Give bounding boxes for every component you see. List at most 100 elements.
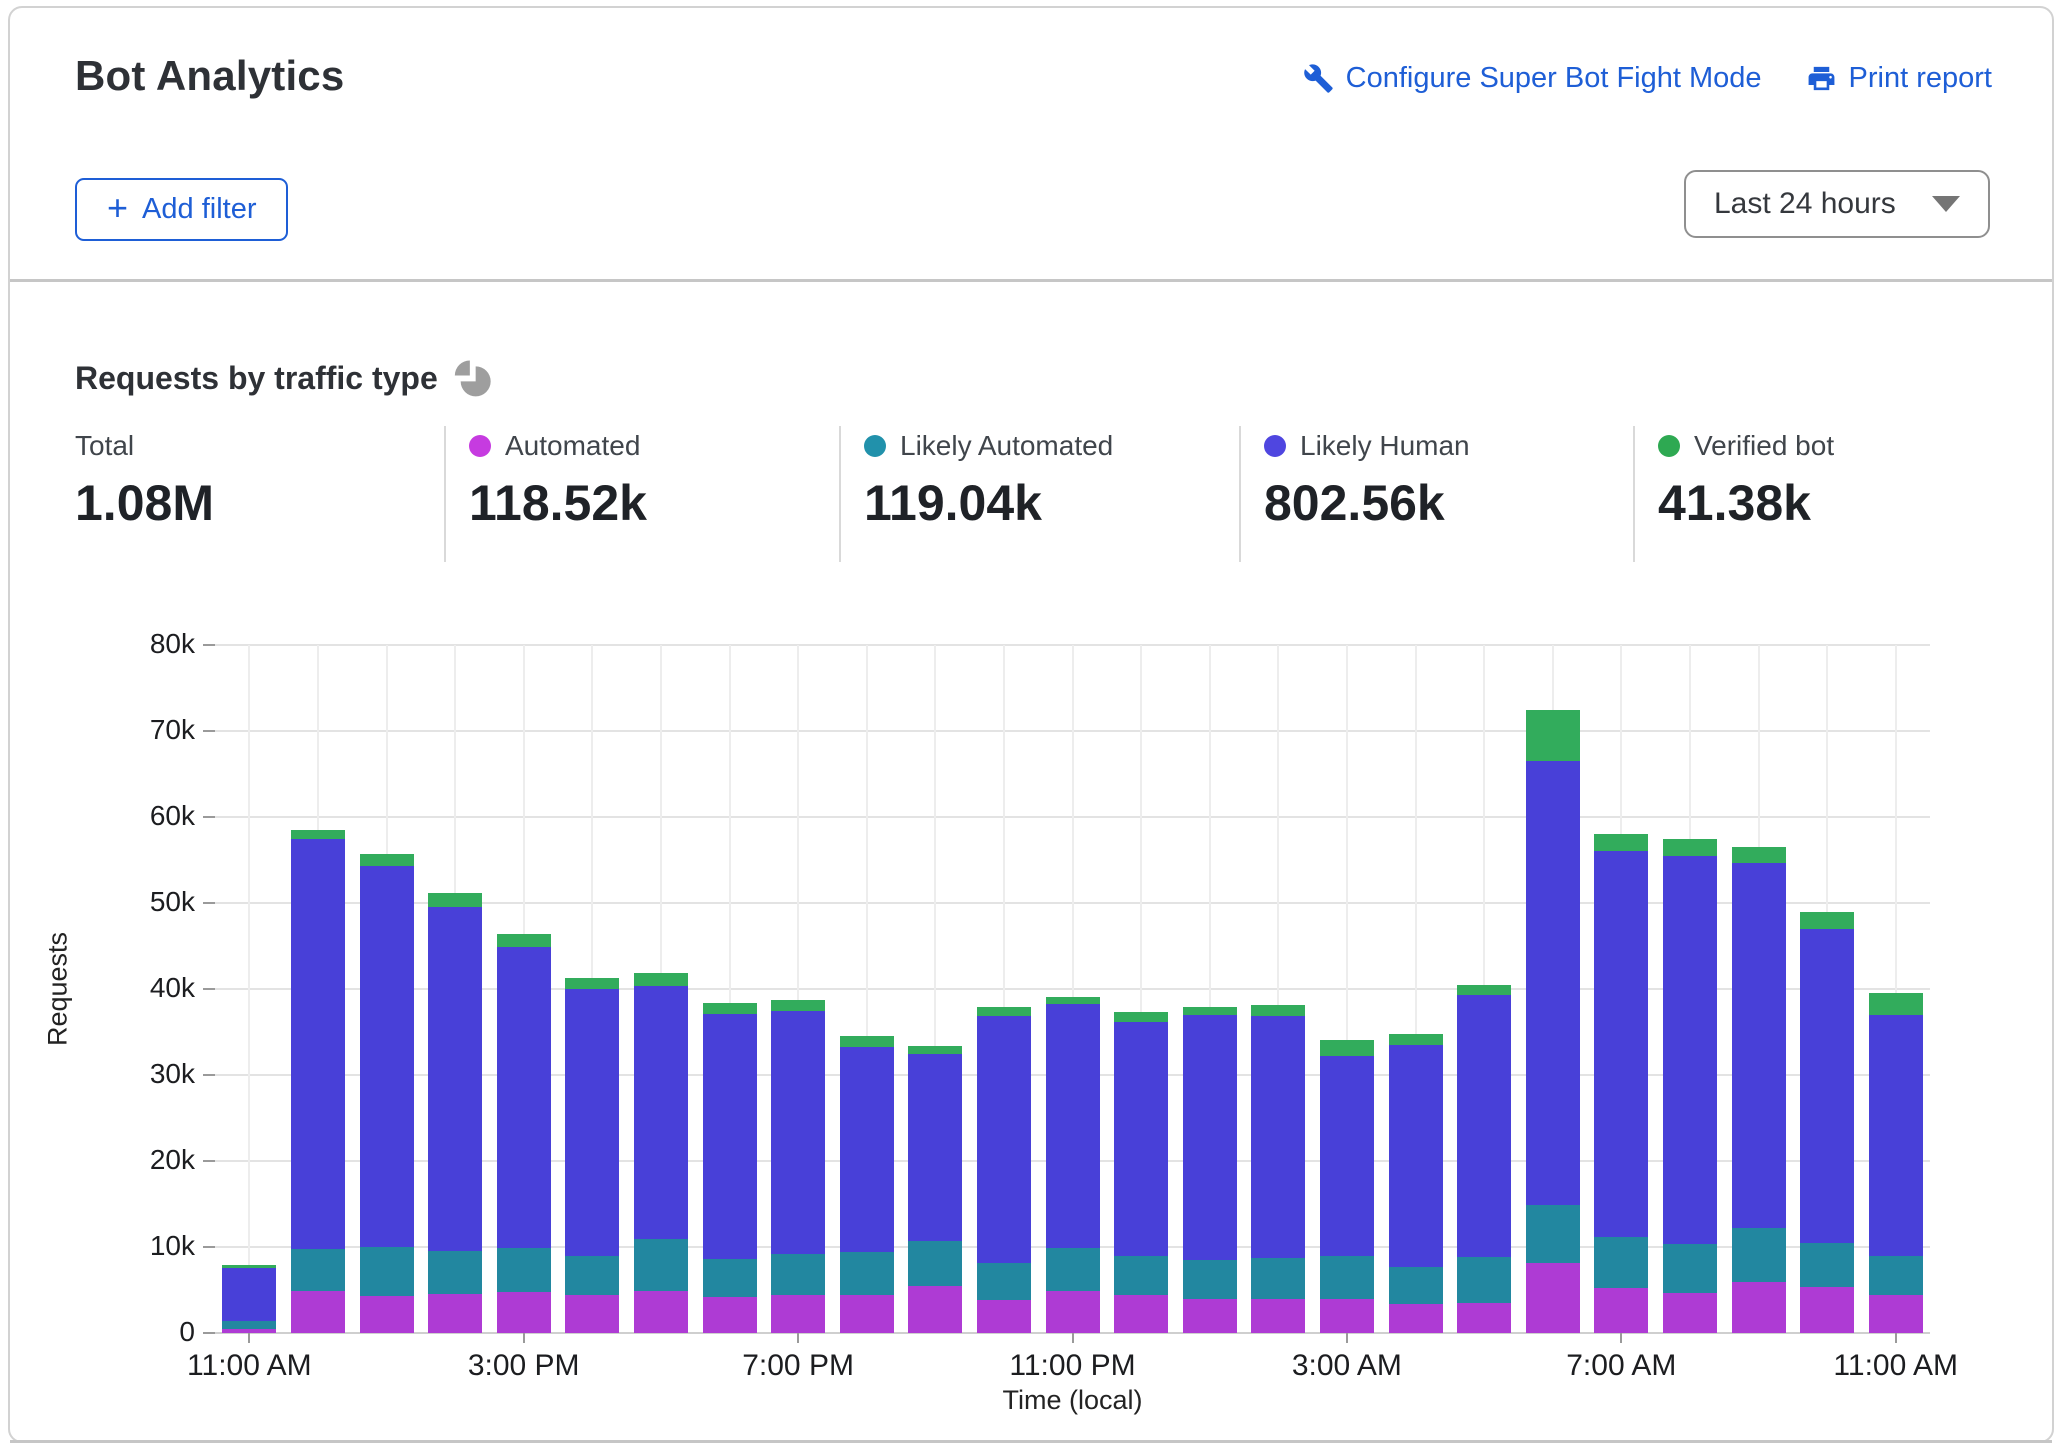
verified-bot-segment[interactable] <box>1869 993 1923 1015</box>
likely-human-segment[interactable] <box>291 839 345 1249</box>
bar-11-10-00-pm[interactable] <box>977 1007 1031 1333</box>
likely-human-segment[interactable] <box>840 1047 894 1253</box>
likely-automated-segment[interactable] <box>1800 1243 1854 1288</box>
verified-bot-segment[interactable] <box>1594 834 1648 851</box>
bar-14-1-00-am[interactable] <box>1183 1007 1237 1333</box>
likely-human-segment[interactable] <box>1663 856 1717 1245</box>
likely-automated-segment[interactable] <box>1320 1256 1374 1299</box>
likely-human-segment[interactable] <box>1183 1015 1237 1260</box>
verified-bot-segment[interactable] <box>1800 912 1854 929</box>
likely-automated-segment[interactable] <box>497 1248 551 1292</box>
verified-bot-segment[interactable] <box>1251 1005 1305 1015</box>
likely-human-segment[interactable] <box>360 866 414 1247</box>
automated-segment[interactable] <box>1046 1291 1100 1333</box>
automated-segment[interactable] <box>634 1291 688 1333</box>
bar-4-3-00-pm[interactable] <box>497 934 551 1333</box>
bar-6-5-00-pm[interactable] <box>634 973 688 1333</box>
bar-20-7-00-am[interactable] <box>1594 834 1648 1333</box>
bar-0-11-00-am[interactable] <box>222 1265 276 1333</box>
likely-human-segment[interactable] <box>497 947 551 1248</box>
automated-segment[interactable] <box>1251 1299 1305 1333</box>
automated-segment[interactable] <box>1320 1299 1374 1333</box>
likely-human-segment[interactable] <box>1046 1004 1100 1248</box>
bar-1-12-00-pm[interactable] <box>291 830 345 1333</box>
bar-2-1-00-pm[interactable] <box>360 854 414 1333</box>
verified-bot-segment[interactable] <box>977 1007 1031 1016</box>
likely-human-segment[interactable] <box>771 1011 825 1254</box>
bar-17-4-00-am[interactable] <box>1389 1034 1443 1333</box>
add-filter-button[interactable]: + Add filter <box>75 178 288 241</box>
bar-24-11-00-am[interactable] <box>1869 993 1923 1333</box>
likely-human-segment[interactable] <box>1732 863 1786 1228</box>
likely-human-segment[interactable] <box>1251 1016 1305 1259</box>
bar-18-5-00-am[interactable] <box>1457 985 1511 1333</box>
likely-human-segment[interactable] <box>222 1268 276 1321</box>
likely-automated-segment[interactable] <box>1251 1258 1305 1299</box>
likely-automated-segment[interactable] <box>1732 1228 1786 1282</box>
print-report-link[interactable]: Print report <box>1806 62 1992 95</box>
likely-automated-segment[interactable] <box>565 1256 619 1295</box>
verified-bot-segment[interactable] <box>497 934 551 947</box>
automated-segment[interactable] <box>771 1295 825 1333</box>
automated-segment[interactable] <box>428 1294 482 1333</box>
likely-human-segment[interactable] <box>977 1016 1031 1264</box>
likely-automated-segment[interactable] <box>908 1241 962 1286</box>
automated-segment[interactable] <box>1800 1287 1854 1333</box>
verified-bot-segment[interactable] <box>1114 1012 1168 1021</box>
time-range-dropdown[interactable]: Last 24 hours <box>1684 170 1990 238</box>
bar-7-6-00-pm[interactable] <box>703 1003 757 1333</box>
bar-12-11-00-pm[interactable] <box>1046 997 1100 1333</box>
verified-bot-segment[interactable] <box>222 1265 276 1268</box>
likely-human-segment[interactable] <box>1869 1015 1923 1257</box>
automated-segment[interactable] <box>565 1295 619 1333</box>
bar-21-8-00-am[interactable] <box>1663 839 1717 1334</box>
verified-bot-segment[interactable] <box>840 1036 894 1046</box>
automated-segment[interactable] <box>1594 1288 1648 1333</box>
likely-human-segment[interactable] <box>908 1054 962 1241</box>
likely-automated-segment[interactable] <box>428 1251 482 1294</box>
verified-bot-segment[interactable] <box>771 1000 825 1011</box>
automated-segment[interactable] <box>840 1295 894 1333</box>
automated-segment[interactable] <box>360 1296 414 1333</box>
likely-automated-segment[interactable] <box>977 1263 1031 1300</box>
likely-automated-segment[interactable] <box>1183 1260 1237 1300</box>
automated-segment[interactable] <box>1389 1304 1443 1333</box>
verified-bot-segment[interactable] <box>565 978 619 989</box>
verified-bot-segment[interactable] <box>1732 847 1786 863</box>
likely-automated-segment[interactable] <box>1663 1244 1717 1293</box>
bar-23-10-00-am[interactable] <box>1800 912 1854 1333</box>
verified-bot-segment[interactable] <box>291 830 345 839</box>
automated-segment[interactable] <box>703 1297 757 1333</box>
automated-segment[interactable] <box>908 1286 962 1333</box>
automated-segment[interactable] <box>1114 1295 1168 1333</box>
automated-segment[interactable] <box>1869 1295 1923 1333</box>
likely-human-segment[interactable] <box>1800 929 1854 1243</box>
verified-bot-segment[interactable] <box>1526 710 1580 762</box>
likely-automated-segment[interactable] <box>840 1252 894 1295</box>
bar-10-9-00-pm[interactable] <box>908 1046 962 1333</box>
bar-19-6-00-am[interactable] <box>1526 710 1580 1334</box>
likely-automated-segment[interactable] <box>703 1259 757 1297</box>
likely-human-segment[interactable] <box>703 1014 757 1259</box>
likely-human-segment[interactable] <box>1320 1056 1374 1256</box>
likely-automated-segment[interactable] <box>1457 1257 1511 1303</box>
bar-15-2-00-am[interactable] <box>1251 1005 1305 1333</box>
configure-super-bot-fight-mode-link[interactable]: Configure Super Bot Fight Mode <box>1303 62 1762 95</box>
automated-segment[interactable] <box>497 1292 551 1333</box>
automated-segment[interactable] <box>1732 1282 1786 1333</box>
likely-human-segment[interactable] <box>1594 851 1648 1236</box>
verified-bot-segment[interactable] <box>360 854 414 866</box>
likely-automated-segment[interactable] <box>222 1321 276 1329</box>
likely-automated-segment[interactable] <box>1114 1256 1168 1295</box>
bar-16-3-00-am[interactable] <box>1320 1040 1374 1333</box>
verified-bot-segment[interactable] <box>908 1046 962 1054</box>
likely-human-segment[interactable] <box>428 907 482 1251</box>
verified-bot-segment[interactable] <box>1389 1034 1443 1045</box>
likely-human-segment[interactable] <box>1526 761 1580 1205</box>
bar-22-9-00-am[interactable] <box>1732 847 1786 1333</box>
bar-13-12-00-am[interactable] <box>1114 1012 1168 1333</box>
bar-9-8-00-pm[interactable] <box>840 1036 894 1333</box>
automated-segment[interactable] <box>1183 1299 1237 1333</box>
verified-bot-segment[interactable] <box>1320 1040 1374 1056</box>
likely-automated-segment[interactable] <box>634 1239 688 1291</box>
